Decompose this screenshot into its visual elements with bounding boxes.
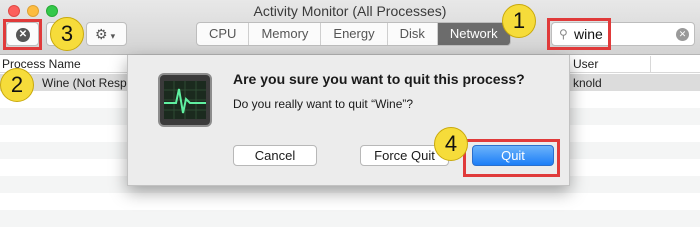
highlight-box-search (547, 18, 611, 50)
dialog-message: Do you really want to quit “Wine”? (233, 97, 414, 111)
column-divider (650, 56, 651, 73)
dialog-title: Are you sure you want to quit this proce… (233, 71, 525, 87)
activity-monitor-icon (158, 73, 212, 127)
highlight-box-quit (463, 139, 560, 177)
tab-cpu[interactable]: CPU (197, 23, 250, 45)
callout-2: 2 (0, 68, 34, 102)
tab-disk[interactable]: Disk (388, 23, 438, 45)
callout-3: 3 (50, 17, 84, 51)
highlight-box-stop (3, 19, 42, 50)
action-menu-button[interactable]: ⚙ ▾ (86, 22, 127, 46)
chevron-down-icon: ▾ (110, 31, 116, 41)
clear-search-icon[interactable]: ✕ (676, 28, 689, 41)
column-header-user[interactable]: User (573, 57, 598, 71)
tab-energy[interactable]: Energy (321, 23, 388, 45)
cancel-button[interactable]: Cancel (233, 145, 317, 166)
empty-row (0, 227, 700, 241)
tab-memory[interactable]: Memory (249, 23, 322, 45)
tab-network[interactable]: Network (437, 23, 510, 45)
empty-row (0, 210, 700, 227)
callout-4: 4 (434, 127, 468, 161)
gear-icon: ⚙ (95, 26, 108, 42)
user-cell: knold (573, 76, 602, 90)
empty-row (0, 193, 700, 210)
activity-graph-icon (164, 81, 206, 119)
window-title: Activity Monitor (All Processes) (253, 3, 447, 19)
tab-bar: CPU Memory Energy Disk Network (196, 22, 511, 46)
callout-1: 1 (502, 4, 536, 38)
